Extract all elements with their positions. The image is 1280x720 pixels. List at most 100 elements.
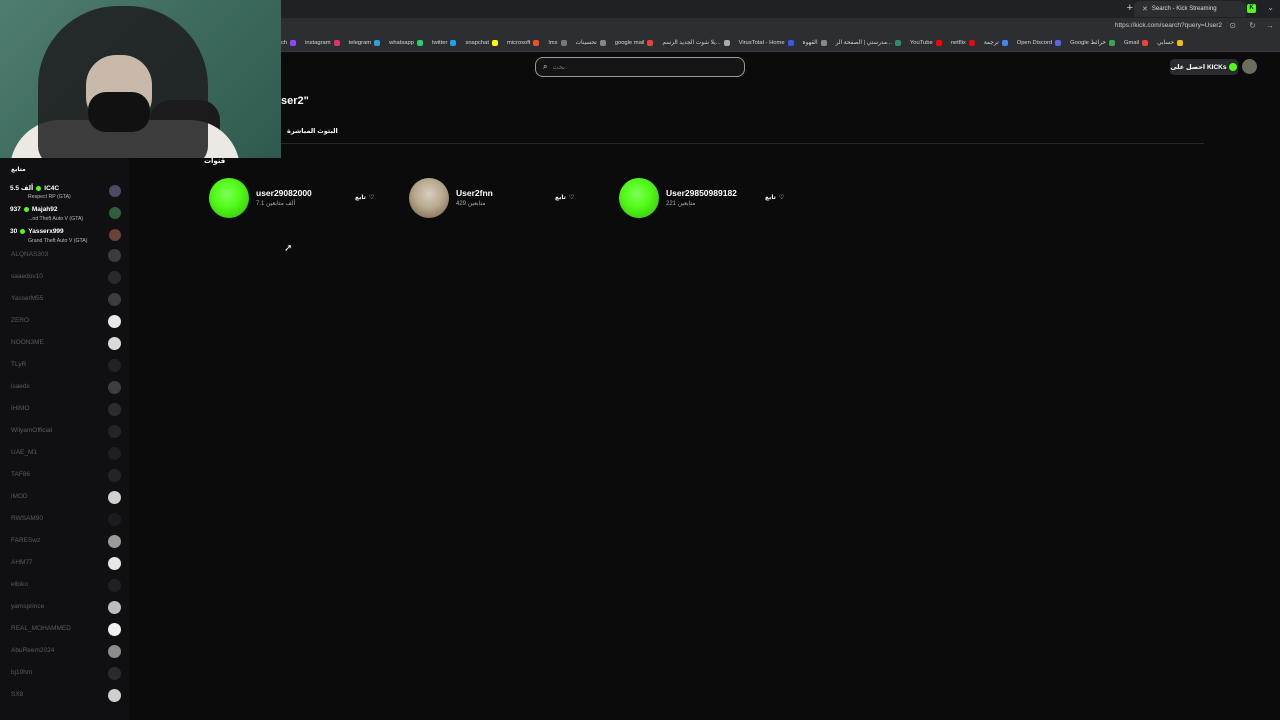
channel-card[interactable]: User29850989182 221 متابعين تابع ♡ xyxy=(619,178,809,218)
channel-followers: 7.1 ألف متابعين xyxy=(256,201,296,207)
tab-live-streams[interactable]: البثوث المباشرة xyxy=(287,127,338,135)
sidebar-offline-channel[interactable]: YasserM55 xyxy=(11,293,124,307)
bookmark-item[interactable]: Gmail xyxy=(1124,40,1149,46)
channel-avatar[interactable] xyxy=(619,178,659,218)
bookmark-item[interactable]: يلا شوت الجديد الرسم... xyxy=(662,40,730,46)
channel-avatar xyxy=(108,337,121,350)
sidebar-offline-channel[interactable]: UAE_M1 xyxy=(11,447,124,461)
follow-button[interactable]: تابع ♡ xyxy=(550,190,579,204)
sidebar-heading: متابع xyxy=(11,167,26,173)
channels-heading: قنوات xyxy=(204,158,226,165)
channel-avatar[interactable] xyxy=(209,178,249,218)
tab-search-chevron-icon[interactable]: ⌄ xyxy=(1267,3,1274,12)
sidebar-offline-channel[interactable]: TAF86 xyxy=(11,469,124,483)
bookmark-favicon-icon xyxy=(333,40,340,46)
mouse-cursor-icon: ➚ xyxy=(284,243,293,254)
sidebar-offline-channel[interactable]: ZERO xyxy=(11,315,124,329)
search-bar[interactable]: ⌕ xyxy=(535,57,745,77)
sidebar-offline-channel[interactable]: saaedov10 xyxy=(11,271,124,285)
stream-category: Grand Theft Auto V (GTA) xyxy=(28,238,88,244)
bookmark-item[interactable]: مدرستي | الصفحة الر... xyxy=(836,40,901,46)
sidebar-offline-channel[interactable]: AbuReem2024 xyxy=(11,645,124,659)
search-input[interactable] xyxy=(552,63,733,71)
channel-name[interactable]: User29850989182 xyxy=(666,188,737,198)
sidebar-offline-channel[interactable]: elbiko xyxy=(11,579,124,593)
channel-name: SX8 xyxy=(11,691,24,698)
sidebar-offline-channel[interactable]: NOON3ME xyxy=(11,337,124,351)
bookmark-item[interactable]: VirusTotal - Home xyxy=(739,40,794,46)
sidebar-offline-channel[interactable]: iMOD xyxy=(11,491,124,505)
sidebar-live-channel[interactable]: 30 Yasserx999 Grand Theft Auto V (GTA) xyxy=(10,228,124,248)
tab-title: Search - Kick Streaming xyxy=(1151,6,1217,12)
channel-name: AHM77 xyxy=(11,559,33,566)
bookmark-item[interactable]: تحسينات xyxy=(576,40,606,46)
bookmark-favicon-icon xyxy=(820,40,827,46)
sidebar-offline-channel[interactable]: isaedx xyxy=(11,381,124,395)
follow-button[interactable]: تابع ♡ xyxy=(350,190,379,204)
bookmark-item[interactable]: ch xyxy=(281,40,297,46)
bookmark-item[interactable]: telegram xyxy=(349,40,381,46)
sidebar-offline-channel[interactable]: iHIMO xyxy=(11,403,124,417)
site-info-icon[interactable]: ⊙ xyxy=(1229,21,1236,30)
channel-name: iHIMO xyxy=(11,405,30,412)
channel-avatar xyxy=(108,271,121,284)
follow-button[interactable]: تابع ♡ xyxy=(760,190,789,204)
sidebar-offline-channel[interactable]: yamsprince xyxy=(11,601,124,615)
bookmark-item[interactable]: YouTube xyxy=(910,40,942,46)
sidebar-offline-channel[interactable]: WilyamOfficial xyxy=(11,425,124,439)
bookmark-item[interactable]: google mail xyxy=(615,40,654,46)
bookmark-item[interactable]: snapchat xyxy=(465,40,498,46)
heart-icon: ♡ xyxy=(368,194,375,201)
channel-name[interactable]: User2fnn xyxy=(456,188,493,198)
live-indicator-icon xyxy=(20,229,26,234)
user-avatar[interactable] xyxy=(1242,59,1257,74)
bookmark-item[interactable]: instagram xyxy=(305,40,340,46)
browser-tab-active[interactable]: ✕ Search - Kick Streaming xyxy=(1134,1,1246,17)
channel-name: FARESwz xyxy=(11,537,41,544)
bookmark-item[interactable]: netflix xyxy=(951,40,975,46)
bookmark-item[interactable]: القهوة xyxy=(803,40,827,46)
sidebar-offline-channel[interactable]: ALQNAS303 xyxy=(11,249,124,263)
bookmark-favicon-icon xyxy=(1177,40,1184,46)
channel-name: TLyR xyxy=(11,361,27,368)
sidebar-offline-channel[interactable]: FARESwz xyxy=(11,535,124,549)
channel-avatar xyxy=(109,229,121,241)
new-tab-button[interactable]: + xyxy=(1127,2,1133,14)
close-tab-icon[interactable]: ✕ xyxy=(1142,5,1148,13)
bookmark-favicon-icon xyxy=(533,40,540,46)
bookmark-item[interactable]: Google خرائط xyxy=(1070,40,1115,46)
bookmark-item[interactable]: Open Discord xyxy=(1017,40,1062,46)
sidebar-offline-channel[interactable]: TLyR xyxy=(11,359,124,373)
sidebar-live-channel[interactable]: 5.5 ألف IC4C Respect RP (GTA) xyxy=(10,184,124,204)
kick-extension-icon[interactable]: K xyxy=(1247,4,1256,13)
bookmark-favicon-icon xyxy=(935,40,942,46)
bookmark-item[interactable]: whatsapp xyxy=(389,40,423,46)
get-kicks-button[interactable]: احصل على KICKs xyxy=(1170,59,1238,75)
channel-avatar xyxy=(108,513,121,526)
channel-name[interactable]: user29082000 xyxy=(256,188,312,198)
bookmark-item[interactable]: microsoft xyxy=(507,40,540,46)
viewer-count: 937 xyxy=(10,206,21,213)
bookmark-favicon-icon xyxy=(491,40,498,46)
bookmark-item[interactable]: ترجمة xyxy=(984,40,1008,46)
sidebar-offline-channel[interactable]: SX8 xyxy=(11,689,124,703)
channel-card[interactable]: user29082000 7.1 ألف متابعين تابع ♡ xyxy=(209,178,399,218)
sidebar-live-channel[interactable]: 937 Majah92 ...nd Theft Auto V (GTA) xyxy=(10,206,124,226)
sidebar-offline-channel[interactable]: REAL_MOHAMMED xyxy=(11,623,124,637)
channel-name: Majah92 xyxy=(31,206,58,213)
sidebar-offline-channel[interactable]: AHM77 xyxy=(11,557,124,571)
bookmark-item[interactable]: twitter xyxy=(432,40,457,46)
channel-avatar xyxy=(108,623,121,636)
bookmark-item[interactable]: حسابي xyxy=(1157,40,1184,46)
channel-avatar[interactable] xyxy=(409,178,449,218)
bookmark-favicon-icon xyxy=(1108,40,1115,46)
sidebar-offline-channel[interactable]: RWSAM90 xyxy=(11,513,124,527)
channel-card[interactable]: User2fnn 429 متابعين تابع ♡ xyxy=(409,178,599,218)
channel-name: NOON3ME xyxy=(11,339,44,346)
bookmark-item[interactable]: lms xyxy=(548,40,567,46)
reload-icon[interactable]: ↻ xyxy=(1249,21,1256,30)
sidebar-offline-channel[interactable]: bj10hm xyxy=(11,667,124,681)
bookmark-favicon-icon xyxy=(560,40,567,46)
url-field[interactable]: https://kick.com/search?query=User2 xyxy=(1115,22,1222,29)
forward-icon[interactable]: → xyxy=(1266,21,1274,30)
